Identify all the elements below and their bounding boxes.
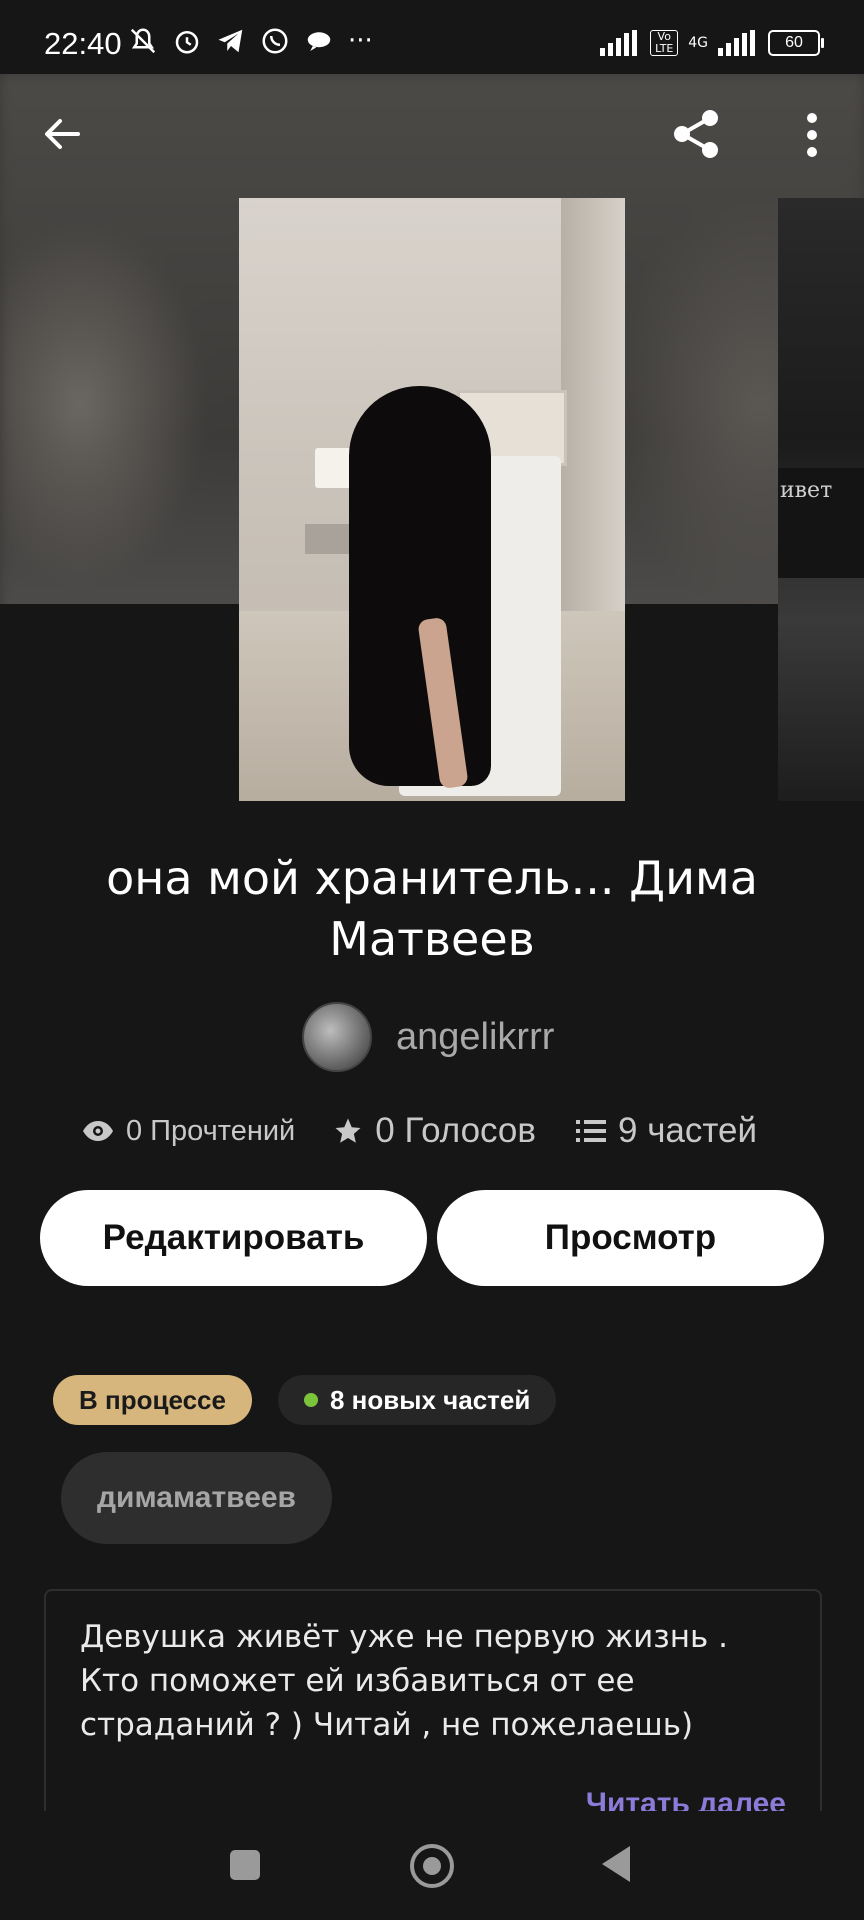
reads-count: 0 Прочтений — [126, 1114, 296, 1147]
signal-2-icon — [718, 30, 755, 56]
author-name[interactable]: angelikrrr — [396, 1016, 554, 1059]
recents-icon[interactable] — [230, 1850, 260, 1880]
more-vertical-icon[interactable] — [794, 110, 830, 160]
author-row[interactable]: angelikrrr — [302, 1002, 554, 1072]
eye-icon — [83, 1121, 113, 1141]
description-text: Девушка живёт уже не первую жизнь . Кто … — [80, 1619, 728, 1743]
tag-chip[interactable]: димаматвеев — [61, 1452, 332, 1544]
network-type: 4G — [688, 35, 708, 51]
status-notification-icons: ··· — [128, 26, 373, 56]
alarm-icon — [175, 31, 199, 54]
status-time: 22:40 — [44, 26, 122, 61]
edit-button[interactable]: Редактировать — [40, 1190, 427, 1286]
whatsapp-icon — [262, 28, 288, 54]
system-nav-bar — [0, 1814, 864, 1920]
new-dot-icon — [304, 1393, 318, 1407]
story-title: она мой хранитель... Дима Матвеев — [106, 851, 758, 966]
bell-off-icon — [130, 28, 156, 54]
next-story-cover[interactable]: ивет — [778, 198, 864, 801]
read-more-link[interactable]: Читать далее — [586, 1787, 786, 1811]
parts-stat: 9 частей — [576, 1111, 757, 1151]
back-icon[interactable] — [38, 110, 86, 158]
home-icon[interactable] — [410, 1844, 454, 1888]
votes-stat: 0 Голосов — [333, 1111, 536, 1151]
star-icon — [335, 1118, 361, 1143]
share-icon[interactable] — [668, 106, 724, 162]
story-cover-image[interactable] — [239, 198, 625, 801]
description-box: Девушка живёт уже не первую жизнь . Кто … — [44, 1589, 822, 1811]
avatar[interactable] — [302, 1002, 372, 1072]
new-parts-badge: 8 новых частей — [278, 1375, 557, 1425]
reads-stat: 0 Прочтений — [82, 1115, 295, 1148]
status-badge: В процессе — [53, 1375, 252, 1425]
view-button[interactable]: Просмотр — [437, 1190, 824, 1286]
story-stats: 0 Прочтений 0 Голосов 9 частей — [82, 1108, 802, 1154]
signal-icon — [600, 30, 638, 56]
status-bar: 22:40 ··· Vo LTE 4G 60 — [0, 0, 864, 74]
volte-icon: Vo LTE — [650, 30, 679, 56]
status-system-icons: Vo LTE 4G 60 — [600, 30, 824, 56]
more-notifications-icon: ··· — [348, 26, 373, 56]
new-parts-label: 8 новых частей — [330, 1384, 531, 1415]
chat-icon — [307, 32, 331, 51]
list-icon — [576, 1120, 606, 1142]
next-cover-text: ивет — [780, 478, 833, 503]
battery-icon: 60 — [768, 30, 824, 56]
telegram-icon — [218, 29, 243, 53]
nav-back-icon[interactable] — [602, 1846, 630, 1882]
votes-count: 0 Голосов — [375, 1111, 536, 1150]
parts-count: 9 частей — [618, 1111, 758, 1150]
